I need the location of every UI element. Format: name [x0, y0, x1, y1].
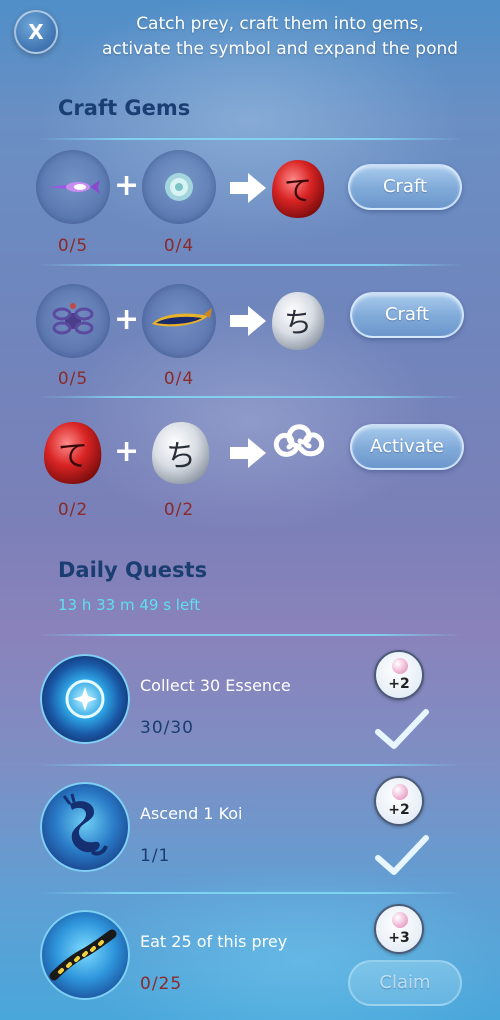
prey-slot-jellyfish [142, 150, 216, 224]
quest-title: Collect 30 Essence [140, 676, 291, 695]
reward-amount: +3 [388, 930, 410, 946]
divider [38, 764, 462, 766]
divider [38, 264, 462, 266]
turtle-icon [52, 303, 94, 335]
checkmark-icon [375, 835, 429, 875]
craft-button-white[interactable]: Craft [350, 292, 464, 338]
prey-count: 0/5 [57, 236, 89, 256]
instructions-line-1: Catch prey, craft them into gems, [136, 14, 424, 34]
plus-sign: + [114, 302, 140, 337]
prey-count: 0/5 [57, 369, 89, 389]
instructions-text: Catch prey, craft them into gems, activa… [70, 12, 490, 62]
gem-count: 0/2 [163, 500, 195, 520]
plus-sign: + [114, 434, 140, 469]
reward-amount: +2 [388, 802, 410, 818]
divider [38, 892, 462, 894]
close-button[interactable]: X [14, 10, 58, 54]
gem-count: 0/2 [57, 500, 89, 520]
arrow-right-icon [230, 173, 266, 203]
triple-spiral-symbol-icon [273, 424, 325, 457]
pearl-reward-badge: +2 [374, 650, 424, 700]
prey-count: 0/4 [163, 369, 195, 389]
quest-title: Eat 25 of this prey [140, 932, 288, 951]
quest-progress: 0/25 [140, 974, 183, 994]
white-gem-chi-icon: ち [152, 422, 210, 484]
divider [38, 396, 462, 398]
quest-progress: 30/30 [140, 718, 194, 738]
activate-button[interactable]: Activate [350, 424, 464, 470]
craft-gems-title: Craft Gems [58, 96, 191, 120]
arrow-right-icon [230, 306, 266, 336]
instructions-line-2: activate the symbol and expand the pond [101, 39, 459, 59]
checkmark-icon [375, 709, 429, 749]
red-gem-te-icon: て [272, 160, 325, 218]
svg-text:て: て [58, 439, 88, 474]
prey-count: 0/4 [163, 236, 195, 256]
arrow-right-icon [230, 438, 266, 468]
prey-slot-purple-fish [36, 150, 110, 224]
craft-button-red[interactable]: Craft [348, 164, 462, 210]
svg-text:て: て [284, 174, 312, 207]
prey-slot-eel [142, 284, 216, 358]
quest-progress: 1/1 [140, 846, 171, 866]
daily-quests-title: Daily Quests [58, 558, 208, 582]
jellyfish-icon [165, 173, 193, 201]
pearl-reward-badge: +2 [374, 776, 424, 826]
red-gem-te-icon: て [44, 422, 102, 484]
yellow-eel-icon [152, 308, 212, 327]
white-gem-chi-icon: ち [272, 292, 325, 350]
pearl-icon [392, 784, 408, 800]
divider [38, 138, 462, 140]
essence-star-icon [40, 654, 130, 744]
eel-prey-icon [40, 910, 130, 1000]
pearl-icon [392, 658, 408, 674]
svg-text:ち: ち [284, 306, 312, 339]
quest-timer: 13 h 33 m 49 s left [58, 596, 201, 614]
divider [38, 634, 462, 636]
plus-sign: + [114, 168, 140, 203]
close-label: X [28, 20, 44, 44]
claim-button[interactable]: Claim [348, 960, 462, 1006]
quest-title: Ascend 1 Koi [140, 804, 243, 823]
pearl-reward-badge: +3 [374, 904, 424, 954]
prey-slot-turtle [36, 284, 110, 358]
pearl-icon [392, 912, 408, 928]
svg-text:ち: ち [166, 439, 196, 474]
reward-amount: +2 [388, 676, 410, 692]
dragon-koi-icon [40, 782, 130, 872]
purple-fish-icon [48, 180, 100, 194]
